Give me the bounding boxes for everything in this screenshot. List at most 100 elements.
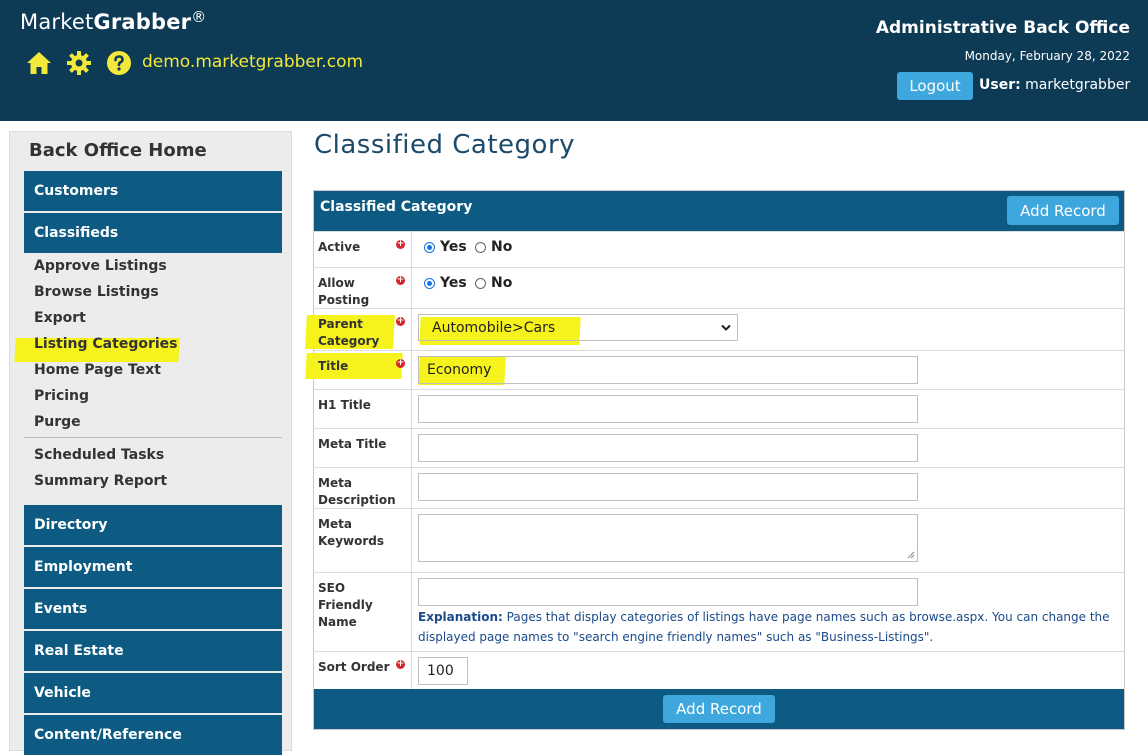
label-cell: Meta Title [314, 429, 412, 468]
active-yes-radio[interactable]: Yes [424, 239, 467, 255]
sidebar-link-export[interactable]: Export [34, 310, 86, 326]
sidebar-link-listing-categories[interactable]: Listing Categories [34, 336, 178, 352]
page-title: Classified Category [314, 130, 576, 160]
sidebar-section-real-estate[interactable]: Real Estate [24, 631, 282, 671]
field-label-seo-name: SEO Friendly Name [318, 581, 373, 629]
radio-label: No [491, 239, 513, 255]
row-active: Active + Yes No [314, 231, 1124, 268]
required-icon: + [396, 275, 405, 285]
required-icon: + [396, 239, 405, 249]
allow-posting-yes-radio[interactable]: Yes [424, 275, 467, 291]
explanation-text: Pages that display categories of listing… [418, 610, 1110, 644]
radio-dot-checked[interactable] [424, 277, 435, 289]
field-label-title: Title [318, 359, 349, 373]
form-header: Classified Category Add Record [314, 191, 1124, 231]
sidebar-section-content-reference[interactable]: Content/Reference [24, 715, 282, 755]
title-input[interactable]: Economy [418, 356, 918, 384]
row-meta-keywords: Meta Keywords [314, 508, 1124, 573]
parent-category-value: Automobile>Cars [432, 320, 556, 336]
meta-description-input[interactable] [418, 473, 918, 501]
logo-part2: Grabber [93, 10, 192, 34]
site-link[interactable]: demo.marketgrabber.com [142, 52, 363, 72]
label-cell: Meta Description [314, 468, 412, 509]
user-name: marketgrabber [1025, 77, 1131, 93]
row-meta-title: Meta Title [314, 428, 1124, 468]
form-title: Classified Category [320, 199, 473, 215]
chevron-down-icon [721, 324, 731, 331]
gear-icon[interactable] [64, 48, 94, 78]
home-icon[interactable] [24, 48, 54, 78]
sidebar: Back Office Home Customers Classifieds A… [9, 131, 292, 755]
sidebar-link-home-page-text[interactable]: Home Page Text [34, 362, 161, 378]
radio-label: Yes [440, 239, 467, 255]
row-parent-category: Parent Category + Automobile>Cars [305, 308, 1124, 351]
sidebar-link-browse-listings[interactable]: Browse Listings [34, 284, 159, 300]
required-icon: + [396, 659, 405, 669]
seo-name-input[interactable] [418, 578, 918, 606]
radio-label: Yes [440, 275, 467, 291]
sidebar-section-customers[interactable]: Customers [24, 171, 282, 211]
current-date: Monday, February 28, 2022 [964, 49, 1130, 63]
meta-keywords-textarea[interactable] [418, 514, 918, 562]
radio-dot-checked[interactable] [424, 241, 435, 253]
sidebar-section-directory[interactable]: Directory [24, 505, 282, 545]
seo-explanation: Explanation: Pages that display categori… [418, 607, 1118, 647]
required-icon: + [396, 316, 405, 326]
sidebar-link-pricing[interactable]: Pricing [34, 388, 89, 404]
sidebar-link-purge[interactable]: Purge [34, 414, 81, 430]
user-label: User: [979, 77, 1021, 93]
add-record-button-top[interactable]: Add Record [1007, 196, 1119, 225]
sidebar-link-scheduled-tasks[interactable]: Scheduled Tasks [34, 447, 164, 463]
label-cell: Meta Keywords [314, 509, 412, 573]
radio-label: No [491, 275, 513, 291]
sidebar-section-classifieds[interactable]: Classifieds [24, 213, 282, 253]
field-label-active: Active [318, 240, 361, 254]
logo[interactable]: MarketGrabber® [20, 8, 206, 34]
logout-button[interactable]: Logout [897, 72, 973, 100]
sort-order-value: 100 [427, 663, 454, 679]
label-cell: Title + [314, 351, 412, 390]
add-record-button-bottom[interactable]: Add Record [663, 695, 775, 723]
sidebar-link-approve-listings[interactable]: Approve Listings [34, 258, 167, 274]
row-title: Title + Economy [305, 350, 1124, 390]
title-value: Economy [427, 362, 492, 378]
active-no-radio[interactable]: No [475, 239, 512, 255]
row-sort-order: Sort Order + 100 [314, 651, 1124, 690]
h1-title-input[interactable] [418, 395, 918, 423]
sidebar-divider [24, 437, 282, 438]
top-header: MarketGrabber® demo.marketgrabber.com Ad… [0, 0, 1148, 121]
field-label-meta-title: Meta Title [318, 437, 387, 451]
parent-category-select[interactable]: Automobile>Cars [418, 314, 738, 341]
label-cell: Parent Category + [314, 309, 412, 351]
category-form: Classified Category Add Record Active + … [305, 190, 1125, 730]
allow-posting-no-radio[interactable]: No [475, 275, 512, 291]
row-allow-posting: Allow Posting + Yes No [314, 267, 1124, 309]
field-label-h1-title: H1 Title [318, 398, 371, 412]
required-icon: + [396, 358, 405, 368]
field-label-sort-order: Sort Order [318, 660, 390, 674]
label-cell: Sort Order + [314, 652, 412, 690]
row-h1-title: H1 Title [314, 389, 1124, 429]
row-meta-description: Meta Description [314, 467, 1124, 509]
field-label-meta-description: Meta Description [318, 476, 396, 507]
help-icon[interactable] [104, 48, 134, 78]
field-label-allow-posting: Allow Posting [318, 276, 370, 307]
sidebar-link-summary-report[interactable]: Summary Report [34, 473, 167, 489]
label-cell: SEO Friendly Name [314, 573, 412, 652]
sidebar-section-vehicle[interactable]: Vehicle [24, 673, 282, 713]
sidebar-home-link[interactable]: Back Office Home [29, 140, 207, 161]
sidebar-section-events[interactable]: Events [24, 589, 282, 629]
user-info: User: marketgrabber [979, 77, 1130, 93]
resize-handle-icon[interactable] [907, 551, 915, 559]
radio-dot[interactable] [475, 241, 486, 253]
meta-title-input[interactable] [418, 434, 918, 462]
sort-order-input[interactable]: 100 [418, 657, 468, 685]
radio-dot[interactable] [475, 277, 486, 289]
label-cell: H1 Title [314, 390, 412, 429]
form-footer: Add Record [314, 689, 1124, 729]
logo-part1: Market [20, 10, 94, 34]
sidebar-section-employment[interactable]: Employment [24, 547, 282, 587]
label-cell: Active + [314, 232, 412, 268]
explanation-label: Explanation: [418, 610, 503, 624]
back-office-title: Administrative Back Office [875, 18, 1130, 38]
